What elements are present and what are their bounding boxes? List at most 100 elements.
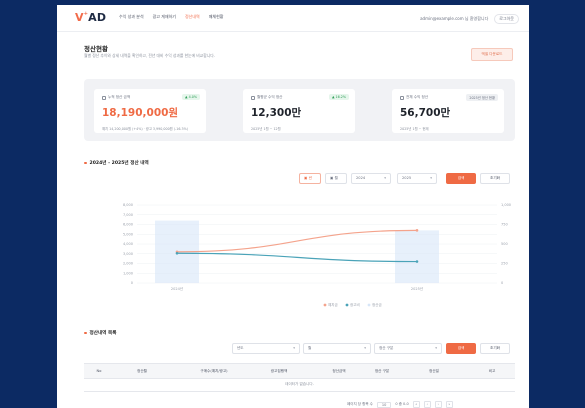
chevron-down-icon: ▾ (364, 346, 366, 350)
start-year-select[interactable]: 2024 ▾ (351, 173, 391, 184)
page-size-label: 페이지 당 항목 수 (347, 402, 373, 406)
monthly-toggle[interactable]: ▣ 월 (325, 173, 347, 184)
legend-marker (367, 303, 371, 307)
column-header-amount: 정산금액 (332, 369, 346, 373)
chart-search-button[interactable]: 검색 (446, 173, 476, 184)
chart-point (415, 260, 419, 263)
year-filter-placeholder: 년도 (237, 346, 244, 350)
user-area: admin@example.com 님 환영합니다 로그아웃 (420, 14, 519, 24)
legend-label: 광고비 (350, 302, 360, 307)
trend-icon (251, 95, 255, 100)
list-section-title-text: 정산내역 목록 (89, 331, 117, 336)
table-empty-row: 데이터가 없습니다. (84, 377, 515, 392)
y-axis-right-tick: 1,000 (501, 203, 511, 207)
year-filter-select[interactable]: 년도 ▾ (232, 343, 300, 354)
list-reset-button[interactable]: 초기화 (480, 343, 510, 354)
kpi-meta: 예치 14,200,000원 (+4%) · 광고 3,990,000원 (-1… (102, 127, 188, 131)
chart-bar (395, 230, 439, 283)
next-page-icon[interactable]: › (434, 401, 442, 408)
y-axis-left-tick: 4,000 (123, 242, 133, 246)
month-filter-select[interactable]: 월 ▾ (303, 343, 371, 354)
chart-section-title-text: 2024년 - 2025년 정산 내역 (89, 161, 149, 166)
legend-label: 정산금 (372, 302, 382, 307)
kpi-card-monthly-avg: 월평균 수익 정산 ▲ 16.2% 12,300만 2025년 1월 ~ 12월 (243, 89, 355, 133)
type-filter-placeholder: 정산 구분 (379, 346, 394, 350)
calendar-icon: ▣ (304, 176, 308, 180)
first-page-icon[interactable]: « (412, 401, 420, 408)
top-navigation-bar: V+AD 수익 성과 분석 광고 게재하기 정산내역 매체현황 admin@ex… (57, 5, 529, 32)
chart-reset-button[interactable]: 초기화 (480, 173, 510, 184)
start-year-value: 2024 (356, 176, 366, 180)
kpi-meta: 2025년 1월 ~ 12월 (251, 127, 281, 131)
list-section-title: 정산내역 목록 (84, 330, 116, 336)
y-axis-right-tick: 750 (501, 223, 508, 227)
kpi-value: 56,700만 (400, 107, 451, 119)
prev-page-icon[interactable]: ‹ (423, 401, 431, 408)
bullet-icon (84, 161, 87, 165)
y-axis-right-tick: 500 (501, 242, 508, 246)
nav-item-revenue-analysis[interactable]: 수익 성과 분석 (119, 14, 144, 20)
kpi-label: 누적 정산 금액 (108, 95, 131, 99)
legend-label: 예치금 (328, 302, 338, 307)
y-axis-left-tick: 8,000 (123, 203, 133, 207)
page-size-select[interactable]: 10 (376, 401, 392, 408)
kpi-value: 18,190,000원 (102, 107, 179, 119)
nav-item-post-ad[interactable]: 광고 게재하기 (153, 14, 176, 20)
page-title: 정산현황 (84, 45, 108, 53)
chart-section-title: 2024년 - 2025년 정산 내역 (84, 160, 149, 166)
chevron-down-icon: ▾ (293, 346, 295, 350)
kpi-card-overall: 전체 수익 정산 2025년 정산 현황 56,700만 2025년 1월 ~ … (392, 89, 504, 133)
bullet-icon (84, 331, 87, 335)
kpi-panel: 누적 정산 금액 ▲ 4.0% 18,190,000원 예치 14,200,00… (84, 79, 515, 141)
kpi-label: 전체 수익 정산 (406, 95, 429, 99)
chevron-down-icon: ▾ (430, 176, 432, 180)
kpi-meta: 2025년 1월 ~ 현재 (400, 127, 429, 131)
vad-logo[interactable]: V+AD (75, 11, 106, 24)
x-axis-tick: 2025년 (411, 286, 423, 291)
page-range-text: 0 중 0-0 (395, 402, 409, 406)
kpi-change-badge: ▲ 4.0% (182, 94, 200, 100)
kpi-label: 월평균 수익 정산 (257, 95, 283, 99)
legend-marker (323, 303, 327, 307)
kpi-card-total: 누적 정산 금액 ▲ 4.0% 18,190,000원 예치 14,200,00… (94, 89, 206, 133)
type-filter-select[interactable]: 정산 구분 ▾ (374, 343, 442, 354)
wallet-icon (102, 95, 106, 100)
logout-button[interactable]: 로그아웃 (494, 14, 519, 24)
y-axis-left-tick: 1,000 (123, 271, 133, 275)
y-axis-right-tick: 250 (501, 262, 508, 266)
calendar-icon: ▣ (330, 176, 334, 180)
yearly-toggle[interactable]: ▣ 년 (299, 173, 321, 184)
y-axis-left-tick: 7,000 (123, 213, 133, 217)
excel-download-button[interactable]: 엑셀 다운로드 (471, 48, 513, 61)
x-axis-tick: 2024년 (171, 286, 183, 291)
chart-icon (400, 95, 404, 100)
last-page-icon[interactable]: » (445, 401, 453, 408)
y-axis-left-tick: 6,000 (123, 223, 133, 227)
legend-marker (345, 303, 349, 307)
chevron-down-icon: ▾ (435, 346, 437, 350)
y-axis-right-tick: 0 (501, 281, 503, 285)
settlement-line-chart: 0 1,000 2,000 3,000 4,000 5,000 6,000 7,000 8,00… (123, 203, 511, 307)
app-window: V+AD 수익 성과 분석 광고 게재하기 정산내역 매체현황 admin@ex… (57, 5, 529, 408)
end-year-value: 2025 (402, 176, 412, 180)
kpi-period-badge: 2025년 정산 현황 (466, 94, 498, 101)
column-header-date: 정산일 (429, 369, 439, 373)
y-axis-left-tick: 3,000 (123, 252, 133, 256)
y-axis-left-tick: 2,000 (123, 262, 133, 266)
kpi-change-badge: ▲ 16.2% (328, 94, 349, 100)
yearly-toggle-label: 년 (308, 176, 312, 180)
user-email: admin@example.com 님 환영합니다 (420, 16, 489, 21)
end-year-select[interactable]: 2025 ▾ (397, 173, 437, 184)
y-axis-left-tick: 0 (131, 281, 133, 285)
kpi-value: 12,300만 (251, 107, 302, 119)
column-header-ad-spend: 광고집행액 (270, 369, 288, 373)
month-filter-placeholder: 월 (308, 346, 312, 350)
nav-item-media-status[interactable]: 매체현황 (209, 14, 224, 20)
main-nav: 수익 성과 분석 광고 게재하기 정산내역 매체현황 (119, 14, 223, 20)
chart-point (415, 229, 419, 232)
nav-item-settlement[interactable]: 정산내역 (185, 14, 200, 20)
column-header-purchases: 구매수(예치/광고) (200, 369, 228, 373)
list-search-button[interactable]: 검색 (446, 343, 476, 354)
chevron-down-icon: ▾ (384, 176, 386, 180)
column-header-type: 정산 구분 (374, 369, 390, 373)
